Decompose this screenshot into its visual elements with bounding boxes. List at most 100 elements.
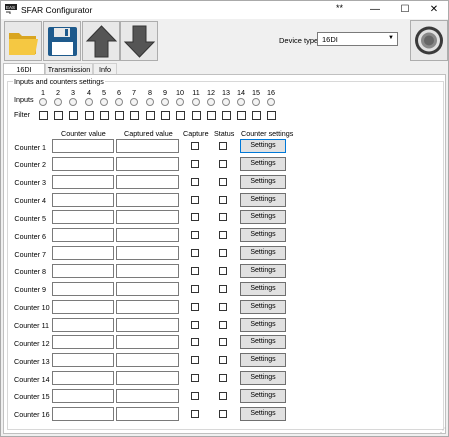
status-checkbox[interactable]: [219, 213, 227, 222]
save-file-button[interactable]: [43, 21, 81, 61]
filter-checkbox[interactable]: [100, 111, 109, 120]
counter-value-field[interactable]: [52, 371, 114, 386]
captured-value-field[interactable]: [116, 192, 179, 207]
counter-value-field[interactable]: [52, 192, 114, 207]
counter-settings-button[interactable]: Settings: [240, 335, 286, 350]
captured-value-field[interactable]: [116, 228, 179, 243]
counter-value-field[interactable]: [52, 353, 114, 368]
captured-value-field[interactable]: [116, 388, 179, 403]
filter-checkbox[interactable]: [54, 111, 63, 120]
status-checkbox[interactable]: [219, 249, 227, 258]
filter-checkbox[interactable]: [161, 111, 170, 120]
status-checkbox[interactable]: [219, 142, 227, 150]
open-file-button[interactable]: [4, 21, 42, 61]
counter-value-field[interactable]: [52, 406, 114, 421]
captured-value-field[interactable]: [116, 174, 179, 189]
counter-settings-button[interactable]: Settings: [240, 317, 286, 332]
captured-value-field[interactable]: [116, 353, 179, 368]
status-checkbox[interactable]: [219, 159, 227, 168]
counter-settings-button[interactable]: Settings: [240, 388, 286, 403]
counter-settings-button[interactable]: Settings: [240, 210, 286, 225]
tab-info[interactable]: Info: [93, 63, 117, 74]
captured-value-field[interactable]: [116, 406, 179, 421]
filter-checkbox[interactable]: [252, 111, 261, 120]
download-button[interactable]: [120, 21, 158, 61]
connect-button[interactable]: [410, 20, 448, 61]
filter-checkbox[interactable]: [69, 111, 78, 120]
status-checkbox[interactable]: [219, 409, 227, 418]
captured-value-field[interactable]: [116, 317, 179, 332]
counter-settings-button[interactable]: Settings: [240, 174, 286, 189]
capture-checkbox[interactable]: [191, 195, 199, 204]
status-checkbox[interactable]: [219, 338, 227, 347]
counter-value-field[interactable]: [52, 210, 114, 225]
filter-checkbox[interactable]: [192, 111, 201, 120]
close-button[interactable]: ✕: [420, 1, 448, 19]
filter-checkbox[interactable]: [130, 111, 139, 120]
minimize-button[interactable]: —: [361, 1, 389, 19]
filter-checkbox[interactable]: [115, 111, 124, 120]
counter-value-field[interactable]: [52, 139, 114, 153]
filter-checkbox[interactable]: [207, 111, 216, 120]
counter-settings-button[interactable]: Settings: [240, 263, 286, 278]
status-checkbox[interactable]: [219, 374, 227, 383]
filter-checkbox[interactable]: [39, 111, 48, 120]
status-checkbox[interactable]: [219, 231, 227, 240]
status-checkbox[interactable]: [219, 320, 227, 329]
filter-checkbox[interactable]: [85, 111, 94, 120]
capture-checkbox[interactable]: [191, 142, 199, 150]
tab-transmission[interactable]: Transmission: [45, 63, 93, 74]
status-checkbox[interactable]: [219, 266, 227, 275]
filter-checkbox[interactable]: [146, 111, 155, 120]
capture-checkbox[interactable]: [191, 391, 199, 400]
capture-checkbox[interactable]: [191, 249, 199, 258]
capture-checkbox[interactable]: [191, 177, 199, 186]
status-checkbox[interactable]: [219, 302, 227, 311]
filter-checkbox[interactable]: [237, 111, 246, 120]
counter-value-field[interactable]: [52, 317, 114, 332]
captured-value-field[interactable]: [116, 210, 179, 225]
status-checkbox[interactable]: [219, 391, 227, 400]
captured-value-field[interactable]: [116, 246, 179, 261]
counter-settings-button[interactable]: Settings: [240, 192, 286, 207]
upload-button[interactable]: [82, 21, 120, 61]
capture-checkbox[interactable]: [191, 409, 199, 418]
captured-value-field[interactable]: [116, 371, 179, 386]
status-checkbox[interactable]: [219, 177, 227, 186]
captured-value-field[interactable]: [116, 335, 179, 350]
capture-checkbox[interactable]: [191, 338, 199, 347]
counter-value-field[interactable]: [52, 174, 114, 189]
counter-value-field[interactable]: [52, 246, 114, 261]
captured-value-field[interactable]: [116, 263, 179, 278]
capture-checkbox[interactable]: [191, 213, 199, 222]
counter-settings-button[interactable]: Settings: [240, 299, 286, 314]
capture-checkbox[interactable]: [191, 320, 199, 329]
capture-checkbox[interactable]: [191, 374, 199, 383]
counter-value-field[interactable]: [52, 156, 114, 171]
counter-value-field[interactable]: [52, 335, 114, 350]
counter-value-field[interactable]: [52, 388, 114, 403]
capture-checkbox[interactable]: [191, 356, 199, 365]
counter-settings-button[interactable]: Settings: [240, 281, 286, 296]
captured-value-field[interactable]: [116, 139, 179, 153]
status-checkbox[interactable]: [219, 195, 227, 204]
filter-checkbox[interactable]: [267, 111, 276, 120]
status-checkbox[interactable]: [219, 284, 227, 293]
counter-settings-button[interactable]: Settings: [240, 406, 286, 421]
counter-settings-button[interactable]: Settings: [240, 246, 286, 261]
counter-settings-button[interactable]: Settings: [240, 371, 286, 386]
counter-settings-button[interactable]: Settings: [240, 139, 286, 153]
captured-value-field[interactable]: [116, 281, 179, 296]
capture-checkbox[interactable]: [191, 231, 199, 240]
filter-checkbox[interactable]: [222, 111, 231, 120]
filter-checkbox[interactable]: [176, 111, 185, 120]
capture-checkbox[interactable]: [191, 159, 199, 168]
resize-grip-icon[interactable]: ⋰: [440, 427, 446, 434]
counter-settings-button[interactable]: Settings: [240, 156, 286, 171]
capture-checkbox[interactable]: [191, 302, 199, 311]
counter-value-field[interactable]: [52, 299, 114, 314]
counter-value-field[interactable]: [52, 263, 114, 278]
counter-settings-button[interactable]: Settings: [240, 228, 286, 243]
status-checkbox[interactable]: [219, 356, 227, 365]
captured-value-field[interactable]: [116, 299, 179, 314]
